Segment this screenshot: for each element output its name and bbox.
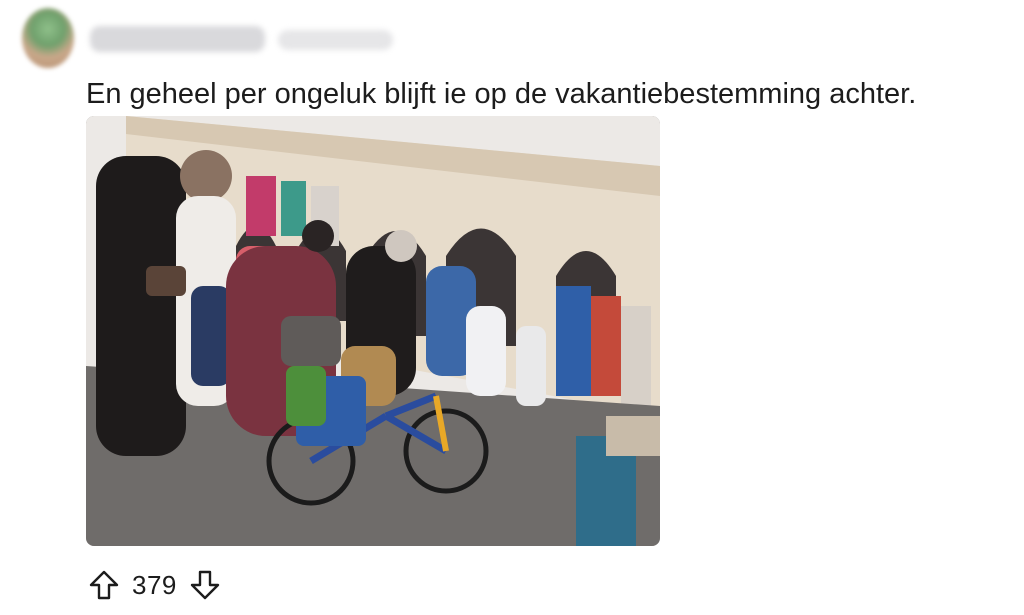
comment: En geheel per ongeluk blijft ie op de va…: [0, 0, 1024, 615]
comment-image[interactable]: [86, 116, 660, 546]
comment-text: En geheel per ongeluk blijft ie op de va…: [86, 78, 917, 110]
arrow-down-outline-icon: [190, 570, 220, 600]
username-blurred[interactable]: [90, 26, 265, 52]
downvote-button[interactable]: [187, 567, 223, 603]
upvote-button[interactable]: [86, 567, 122, 603]
timestamp-blurred: [278, 30, 393, 50]
vote-bar: 379: [86, 565, 223, 605]
avatar[interactable]: [22, 8, 74, 68]
vote-score: 379: [132, 569, 177, 600]
arrow-up-outline-icon: [89, 570, 119, 600]
